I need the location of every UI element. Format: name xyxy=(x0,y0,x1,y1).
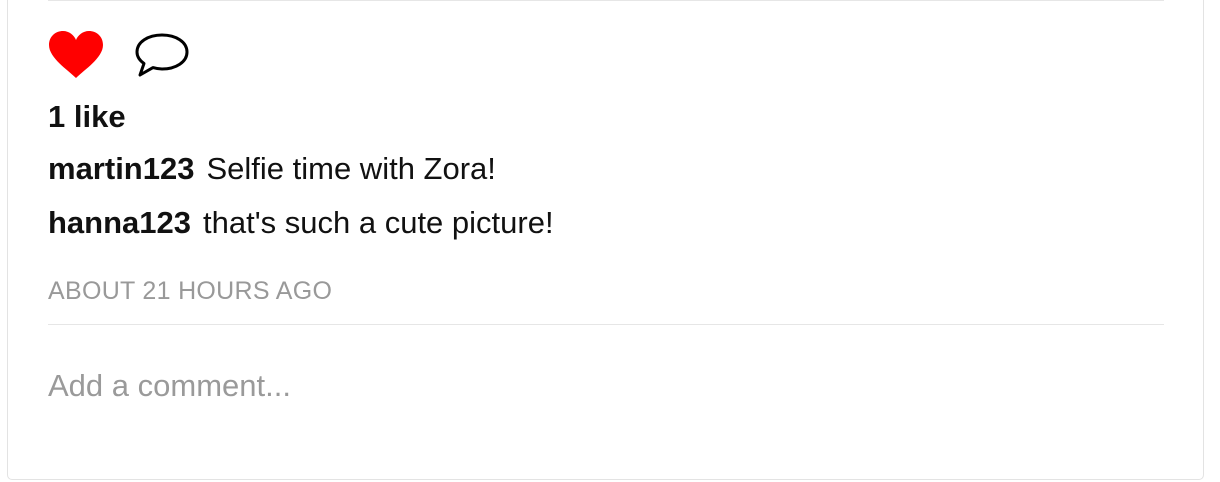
post-timestamp: ABOUT 21 HOURS AGO xyxy=(48,277,333,305)
top-divider xyxy=(48,0,1164,1)
add-comment-input[interactable] xyxy=(48,362,1148,410)
comment-text: Selfie time with Zora! xyxy=(206,151,496,186)
like-button[interactable] xyxy=(48,30,104,80)
speech-bubble-icon xyxy=(135,33,189,77)
likes-count[interactable]: 1 like xyxy=(48,99,126,135)
comment-item: hanna123 that's such a cute picture! xyxy=(48,205,554,241)
comment-divider xyxy=(48,324,1164,325)
comment-button[interactable] xyxy=(134,32,190,78)
comment-username[interactable]: martin123 xyxy=(48,151,194,186)
post-actions xyxy=(48,30,190,80)
heart-icon xyxy=(49,31,103,78)
comment-item: martin123 Selfie time with Zora! xyxy=(48,151,496,187)
comment-username[interactable]: hanna123 xyxy=(48,205,191,240)
comment-text: that's such a cute picture! xyxy=(203,205,554,240)
